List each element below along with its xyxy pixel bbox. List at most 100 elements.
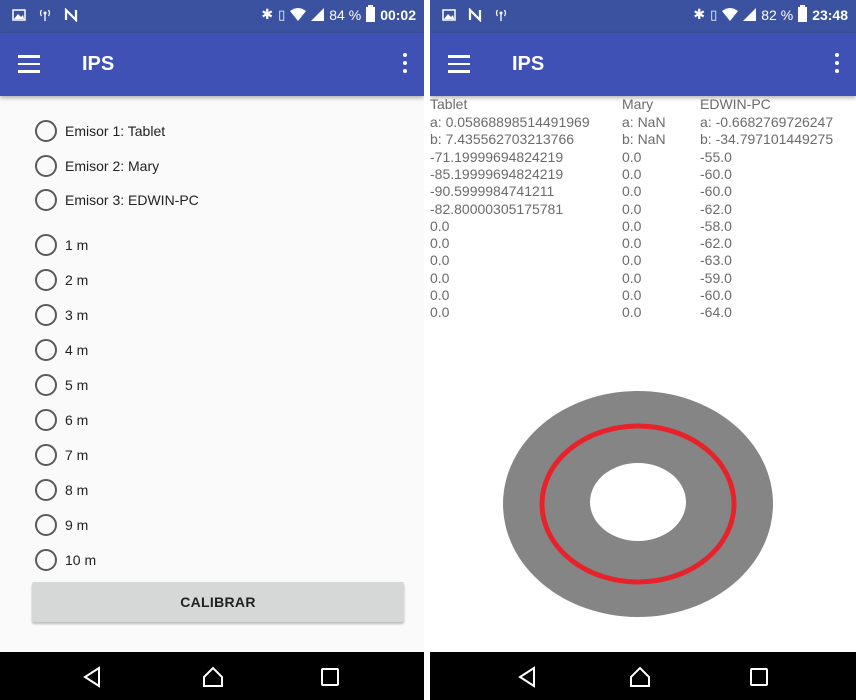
radio-distance-5m[interactable]: 5 m: [35, 368, 88, 402]
table-cell: -60.0: [700, 287, 732, 303]
recents-icon[interactable]: [746, 664, 772, 690]
table-cell: 0.0: [622, 217, 642, 234]
bluetooth-icon: ✱: [693, 6, 706, 22]
radio-circle[interactable]: [35, 479, 57, 501]
app-bar: IPS: [430, 33, 856, 96]
nfc-icon: [468, 8, 482, 22]
home-icon[interactable]: [627, 664, 653, 690]
radio-circle[interactable]: [35, 269, 57, 291]
table-cell: -60.0: [700, 165, 732, 182]
radio-distance-1m[interactable]: 1 m: [35, 228, 88, 262]
table-cell: 0.0: [622, 287, 642, 303]
table-row: 0.0 0.0 -58.0: [430, 218, 856, 234]
radio-label: 4 m: [65, 342, 89, 358]
table-row: -90.5999984741211 0.0 -60.0: [430, 183, 856, 199]
radio-distance-6m[interactable]: 6 m: [35, 403, 88, 437]
table-cell: -62.0: [700, 235, 732, 252]
table-row: 0.0 0.0 -59.0: [430, 270, 856, 286]
table-cell: -71.19999694824219: [430, 148, 564, 165]
radio-label: Emisor 3: EDWIN-PC: [65, 192, 199, 208]
table-cell: -60.0: [700, 183, 732, 200]
app-title: IPS: [82, 53, 115, 75]
position-visualization: [498, 367, 776, 638]
app-title: IPS: [512, 53, 545, 75]
broadcast-icon: [39, 9, 51, 21]
ring-graphic: [503, 391, 773, 617]
clock: 00:02: [380, 6, 416, 23]
bluetooth-icon: ✱: [261, 6, 274, 22]
table-cell: 0.0: [622, 200, 642, 217]
table-row: -82.80000305175781 0.0 -62.0: [430, 201, 856, 217]
radio-circle[interactable]: [35, 189, 57, 211]
table-cell: -59.0: [700, 269, 732, 286]
header-edwin-pc: EDWIN-PC: [700, 96, 771, 112]
radio-circle[interactable]: [35, 514, 57, 536]
table-cell: a: -0.6682769726247: [700, 114, 834, 130]
table-cell: 0.0: [622, 304, 642, 321]
radio-distance-8m[interactable]: 8 m: [35, 473, 88, 507]
signal-icon: [311, 8, 325, 21]
radio-distance-3m[interactable]: 3 m: [35, 298, 88, 332]
radio-circle[interactable]: [35, 339, 57, 361]
home-icon[interactable]: [200, 664, 226, 690]
radio-label: 9 m: [65, 517, 89, 533]
table-cell: 0.0: [622, 165, 642, 182]
nfc-icon: [64, 8, 78, 22]
table-row: -71.19999694824219 0.0 -55.0: [430, 149, 856, 165]
radio-circle[interactable]: [35, 409, 57, 431]
table-row: 0.0 0.0 -62.0: [430, 235, 856, 251]
table-row: 0.0 0.0 -64.0: [430, 304, 856, 320]
radio-emisor-1[interactable]: Emisor 1: Tablet: [35, 114, 165, 148]
radio-circle[interactable]: [35, 304, 57, 326]
table-cell: -62.0: [700, 200, 732, 217]
table-cell: -64.0: [700, 304, 732, 321]
radio-distance-9m[interactable]: 9 m: [35, 508, 88, 542]
radio-circle[interactable]: [35, 444, 57, 466]
radio-emisor-2[interactable]: Emisor 2: Mary: [35, 149, 159, 183]
menu-icon[interactable]: [448, 55, 470, 73]
vibrate-icon: ▯: [710, 6, 718, 22]
menu-icon[interactable]: [18, 55, 40, 73]
radio-emisor-3[interactable]: Emisor 3: EDWIN-PC: [35, 183, 199, 217]
table-header: Tablet Mary EDWIN-PC: [430, 96, 856, 112]
radio-distance-2m[interactable]: 2 m: [35, 263, 88, 297]
table-row: b: 7.435562703213766 b: NaN b: -34.7971014…: [430, 131, 856, 147]
back-icon[interactable]: [80, 664, 106, 690]
table-cell: -63.0: [700, 252, 732, 269]
radio-circle[interactable]: [35, 120, 57, 142]
table-row: 0.0 0.0 -63.0: [430, 252, 856, 268]
app-bar: IPS: [0, 33, 424, 96]
table-cell: 0.0: [622, 269, 642, 286]
table-cell: a: 0.05868898514491969: [430, 114, 590, 130]
overflow-menu-icon[interactable]: [402, 53, 408, 75]
radio-distance-10m[interactable]: 10 m: [35, 543, 96, 577]
battery-percent: 84 %: [329, 6, 362, 23]
status-bar: ✱ ▯ 82 % 23:48: [430, 0, 856, 33]
navigation-bar: [430, 652, 856, 700]
radio-circle[interactable]: [35, 374, 57, 396]
radio-circle[interactable]: [35, 155, 57, 177]
table-cell: 0.0: [622, 183, 642, 200]
radio-label: 1 m: [65, 237, 89, 253]
radio-circle[interactable]: [35, 234, 57, 256]
back-icon[interactable]: [515, 664, 541, 690]
recents-icon[interactable]: [317, 664, 343, 690]
table-row: -85.19999694824219 0.0 -60.0: [430, 166, 856, 182]
battery-icon: [366, 5, 376, 22]
table-cell: 0.0: [430, 217, 450, 234]
table-cell: -58.0: [700, 217, 732, 234]
radio-label: Emisor 2: Mary: [65, 158, 160, 174]
radio-label: 3 m: [65, 307, 89, 323]
radio-circle[interactable]: [35, 549, 57, 571]
overflow-menu-icon[interactable]: [834, 53, 840, 75]
table-cell: 0.0: [622, 252, 642, 269]
radio-distance-4m[interactable]: 4 m: [35, 333, 88, 367]
table-cell: b: 7.435562703213766: [430, 131, 575, 148]
broadcast-icon: [495, 9, 507, 21]
header-tablet: Tablet: [430, 96, 468, 112]
radio-distance-7m[interactable]: 7 m: [35, 438, 88, 472]
clock: 23:48: [812, 6, 848, 23]
calibrate-button[interactable]: CALIBRAR: [32, 582, 404, 622]
table-cell: -90.5999984741211: [430, 183, 555, 200]
radio-label: 5 m: [65, 377, 89, 393]
